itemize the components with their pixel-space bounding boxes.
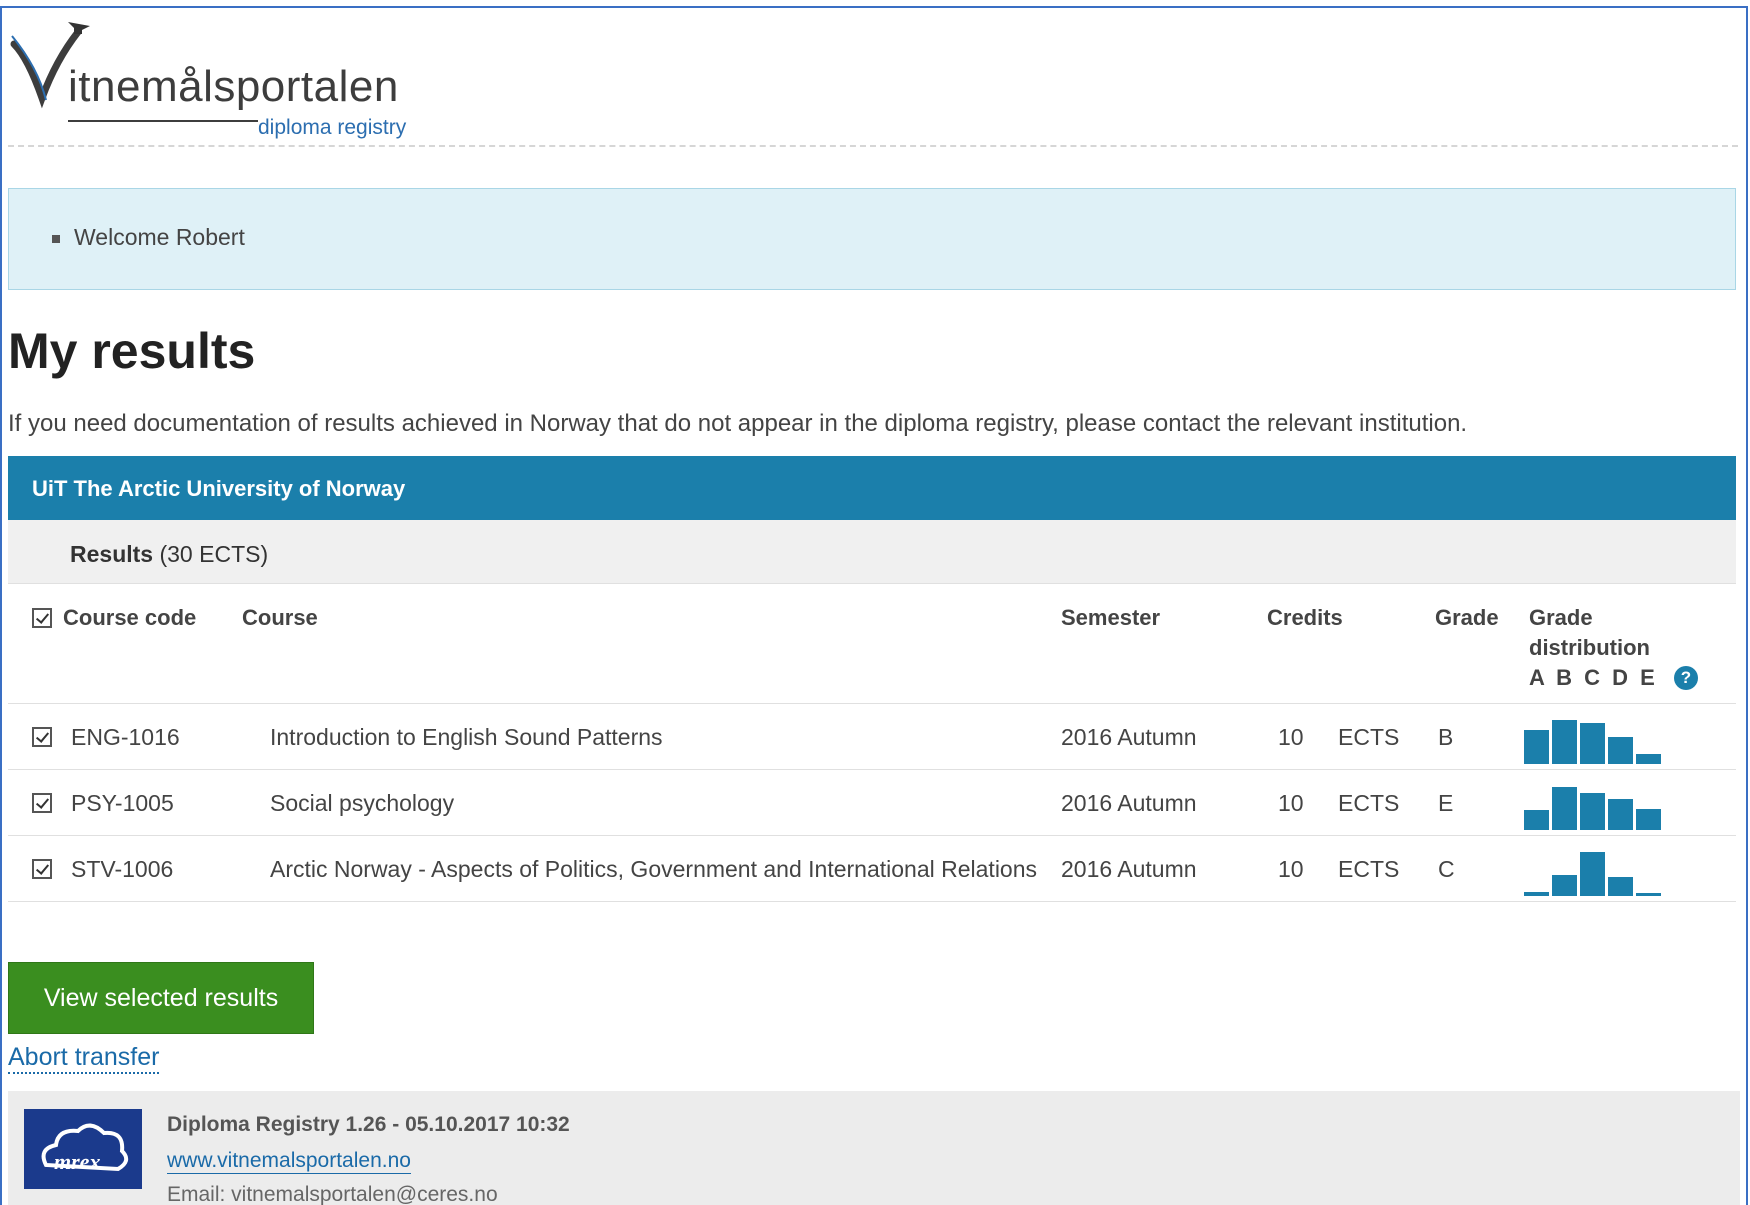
footer: mrex Diploma Registry 1.26 - 05.10.2017 … xyxy=(8,1091,1740,1205)
credits-unit: ECTS xyxy=(1338,724,1400,750)
grade-distribution-chart xyxy=(1524,844,1684,896)
table-header: Course code Course Semester Credits Grad… xyxy=(8,584,1736,704)
credits: 10 xyxy=(1278,724,1304,750)
header-course-code[interactable]: Course code xyxy=(63,605,196,631)
grade-bar-e xyxy=(1636,809,1661,830)
footer-email[interactable]: Email: vitnemalsportalen@ceres.no xyxy=(167,1183,498,1205)
table-row: PSY-1005 Social psychology 2016 Autumn 1… xyxy=(8,770,1736,836)
results-total: (30 ECTS) xyxy=(159,541,269,567)
grade-bar-e xyxy=(1636,753,1661,764)
help-icon[interactable]: ? xyxy=(1674,666,1698,690)
logo-underline xyxy=(68,120,258,122)
grade-bar-b xyxy=(1552,787,1577,830)
grade-letters: A B C D E xyxy=(1529,665,1658,690)
institution-name: UiT The Arctic University of Norway xyxy=(32,476,406,501)
row-checkbox[interactable] xyxy=(32,793,52,813)
grade-bar-b xyxy=(1552,875,1577,896)
credits: 10 xyxy=(1278,856,1304,882)
select-all-checkbox[interactable] xyxy=(32,608,52,628)
cloud-logo-icon: mrex xyxy=(41,1123,129,1174)
page-title: My results xyxy=(8,323,256,379)
grade-bar-d xyxy=(1608,736,1633,764)
footer-logo-text: mrex xyxy=(54,1149,100,1174)
site-logo[interactable]: itnemålsportalen diploma registry xyxy=(8,18,448,139)
welcome-panel: Welcome Robert xyxy=(8,188,1736,290)
course-name: Arctic Norway - Aspects of Politics, Gov… xyxy=(270,856,1038,882)
view-selected-results-button[interactable]: View selected results xyxy=(8,962,314,1034)
table-row: STV-1006 Arctic Norway - Aspects of Poli… xyxy=(8,836,1736,902)
header-grade[interactable]: Grade xyxy=(1435,605,1499,631)
grade-bar-d xyxy=(1608,877,1633,896)
table-row: ENG-1016 Introduction to English Sound P… xyxy=(8,704,1736,770)
header-grade-distribution: Grade xyxy=(1529,605,1593,630)
grade: B xyxy=(1438,724,1454,750)
grade-bar-a xyxy=(1524,891,1549,896)
credits-unit: ECTS xyxy=(1338,790,1400,816)
grade-bar-b xyxy=(1552,719,1577,764)
welcome-text: Welcome Robert xyxy=(74,224,245,250)
row-checkbox[interactable] xyxy=(32,859,52,879)
results-label: Results xyxy=(70,541,154,567)
header-semester[interactable]: Semester xyxy=(1061,605,1160,631)
credits: 10 xyxy=(1278,790,1304,816)
course-code: ENG-1016 xyxy=(71,724,180,750)
grade-bar-c xyxy=(1580,792,1605,830)
credits-unit: ECTS xyxy=(1338,856,1400,882)
header-credits[interactable]: Credits xyxy=(1267,605,1343,631)
grade: C xyxy=(1438,856,1455,882)
semester: 2016 Autumn xyxy=(1061,856,1197,882)
semester: 2016 Autumn xyxy=(1061,724,1197,750)
header-divider xyxy=(8,145,1738,147)
grade-bar-a xyxy=(1524,730,1549,764)
bullet-icon xyxy=(52,235,60,243)
header-grade-distribution-2: distribution xyxy=(1529,635,1650,660)
intro-text: If you need documentation of results ach… xyxy=(8,410,1468,437)
header-course[interactable]: Course xyxy=(242,605,318,631)
grade: E xyxy=(1438,790,1454,816)
grade-distribution-chart xyxy=(1524,712,1684,764)
grade-bar-c xyxy=(1580,851,1605,896)
course-name: Introduction to English Sound Patterns xyxy=(270,724,663,750)
results-summary: Results (30 ECTS) xyxy=(8,520,1736,584)
row-checkbox[interactable] xyxy=(32,727,52,747)
grade-distribution-chart xyxy=(1524,778,1684,830)
grade-bar-e xyxy=(1636,893,1661,896)
grade-bar-c xyxy=(1580,723,1605,764)
footer-website-link[interactable]: www.vitnemalsportalen.no xyxy=(167,1149,411,1174)
grade-bar-a xyxy=(1524,810,1549,830)
course-code: PSY-1005 xyxy=(71,790,174,816)
footer-version: Diploma Registry 1.26 - 05.10.2017 10:32 xyxy=(167,1113,570,1136)
semester: 2016 Autumn xyxy=(1061,790,1197,816)
institution-header: UiT The Arctic University of Norway xyxy=(8,456,1736,520)
logo-wordmark: itnemålsportalen xyxy=(68,62,399,111)
course-code: STV-1006 xyxy=(71,856,174,882)
abort-transfer-link[interactable]: Abort transfer xyxy=(8,1042,160,1074)
logo-subtitle: diploma registry xyxy=(258,116,407,139)
course-name: Social psychology xyxy=(270,790,455,816)
grade-bar-d xyxy=(1608,798,1633,830)
footer-logo: mrex xyxy=(24,1109,142,1189)
